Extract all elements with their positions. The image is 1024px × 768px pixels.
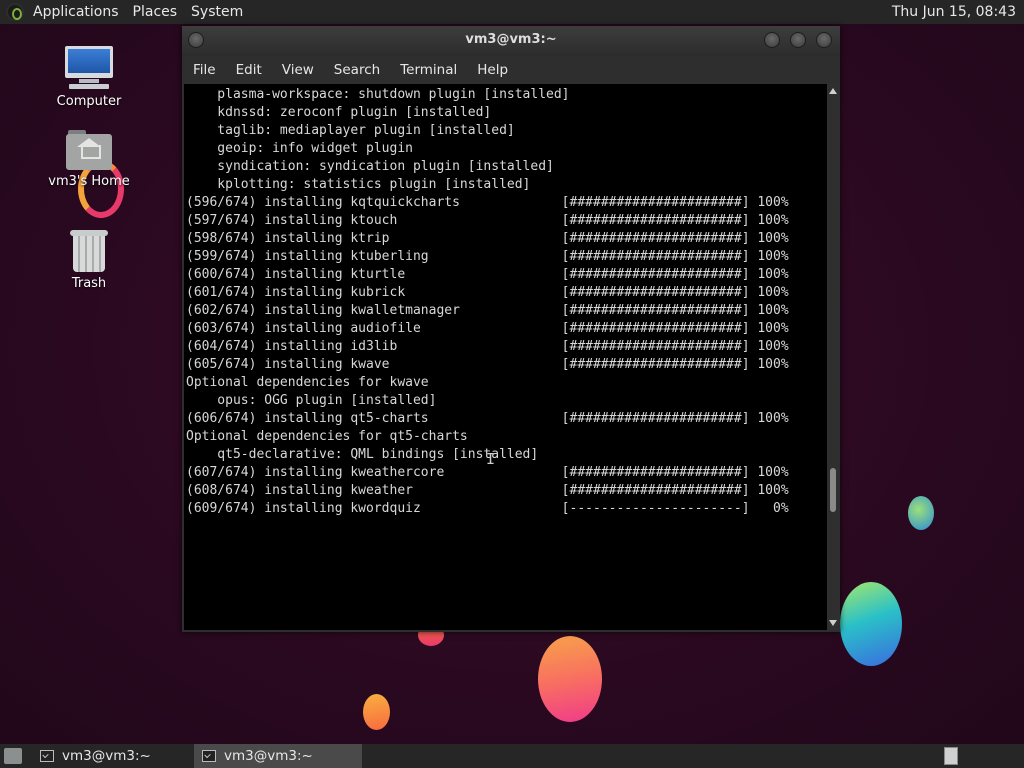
- terminal-line: (607/674) installing kweathercore [#####…: [186, 465, 789, 480]
- terminal-line: Optional dependencies for qt5-charts: [186, 429, 468, 444]
- terminal-line: (596/674) installing kqtquickcharts [###…: [186, 195, 789, 210]
- menu-help[interactable]: Help: [467, 56, 518, 84]
- terminal-icon: [40, 750, 54, 762]
- terminal-line: (606/674) installing qt5-charts [#######…: [186, 411, 789, 426]
- terminal-line: kdnssd: zeroconf plugin [installed]: [186, 105, 492, 120]
- window-menu-button[interactable]: [188, 32, 204, 48]
- terminal-line: (609/674) installing kwordquiz [--------…: [186, 501, 789, 516]
- terminal-line: plasma-workspace: shutdown plugin [insta…: [186, 87, 570, 102]
- terminal-menubar: File Edit View Search Terminal Help: [182, 56, 840, 84]
- menu-edit[interactable]: Edit: [226, 56, 272, 84]
- taskbar-item-terminal-active[interactable]: vm3@vm3:~: [194, 744, 362, 768]
- desktop-icon-label: Computer: [56, 94, 122, 109]
- desktop-icon-computer[interactable]: Computer: [44, 46, 134, 109]
- window-title: vm3@vm3:~: [465, 32, 557, 47]
- close-button[interactable]: [816, 32, 832, 48]
- minimize-button[interactable]: [764, 32, 780, 48]
- terminal-line: (597/674) installing ktouch [###########…: [186, 213, 789, 228]
- top-panel: Applications Places System Thu Jun 15, 0…: [0, 0, 1024, 24]
- menu-search[interactable]: Search: [324, 56, 390, 84]
- distro-logo-icon[interactable]: [6, 3, 24, 21]
- terminal-line: (608/674) installing kweather [#########…: [186, 483, 789, 498]
- mouse-text-cursor: I: [486, 450, 496, 468]
- wallpaper-blob: [538, 636, 602, 722]
- maximize-button[interactable]: [790, 32, 806, 48]
- scroll-down-arrow-icon[interactable]: [829, 620, 837, 626]
- terminal-line: opus: OGG plugin [installed]: [186, 393, 437, 408]
- terminal-line: (605/674) installing kwave [############…: [186, 357, 789, 372]
- home-folder-icon: [66, 130, 112, 170]
- taskbar-item-terminal[interactable]: vm3@vm3:~: [32, 744, 192, 768]
- terminal-window[interactable]: vm3@vm3:~ File Edit View Search Terminal…: [182, 26, 840, 632]
- terminal-line: qt5-declarative: QML bindings [installed…: [186, 447, 539, 462]
- terminal-line: (604/674) installing id3lib [###########…: [186, 339, 789, 354]
- scrollbar-thumb[interactable]: [830, 468, 836, 512]
- workspace-switcher[interactable]: [944, 747, 958, 765]
- menu-view[interactable]: View: [272, 56, 324, 84]
- desktop-icon-label: Trash: [71, 276, 107, 291]
- terminal-line: (598/674) installing ktrip [############…: [186, 231, 789, 246]
- terminal-line: Optional dependencies for kwave: [186, 375, 429, 390]
- scroll-up-arrow-icon[interactable]: [829, 88, 837, 94]
- window-titlebar[interactable]: vm3@vm3:~: [182, 26, 840, 56]
- taskbar-item-label: vm3@vm3:~: [62, 748, 151, 764]
- menu-applications[interactable]: Applications: [26, 0, 126, 24]
- desktop-icon-label: vm3's Home: [48, 174, 130, 189]
- terminal-line: (600/674) installing kturtle [##########…: [186, 267, 789, 282]
- show-desktop-icon[interactable]: [4, 748, 22, 764]
- bottom-panel: vm3@vm3:~ vm3@vm3:~: [0, 744, 1024, 768]
- terminal-line: taglib: mediaplayer plugin [installed]: [186, 123, 515, 138]
- terminal-line: (599/674) installing ktuberling [#######…: [186, 249, 789, 264]
- clock[interactable]: Thu Jun 15, 08:43: [892, 4, 1024, 20]
- desktop-icon-home[interactable]: vm3's Home: [44, 130, 134, 189]
- terminal-line: (602/674) installing kwalletmanager [###…: [186, 303, 789, 318]
- terminal-line: (601/674) installing kubrick [##########…: [186, 285, 789, 300]
- terminal-text: plasma-workspace: shutdown plugin [insta…: [184, 84, 827, 518]
- menu-terminal[interactable]: Terminal: [390, 56, 467, 84]
- terminal-line: (603/674) installing audiofile [########…: [186, 321, 789, 336]
- terminal-scrollbar[interactable]: [827, 84, 839, 630]
- wallpaper-blob: [840, 582, 902, 666]
- terminal-line: kplotting: statistics plugin [installed]: [186, 177, 531, 192]
- terminal-line: geoip: info widget plugin: [186, 141, 413, 156]
- computer-icon: [65, 46, 113, 90]
- menu-file[interactable]: File: [182, 56, 226, 84]
- terminal-line: syndication: syndication plugin [install…: [186, 159, 554, 174]
- taskbar-item-label: vm3@vm3:~: [224, 748, 313, 764]
- desktop-icon-trash[interactable]: Trash: [44, 228, 134, 291]
- wallpaper-blob: [908, 496, 934, 530]
- menu-places[interactable]: Places: [126, 0, 185, 24]
- terminal-output[interactable]: plasma-workspace: shutdown plugin [insta…: [184, 84, 827, 630]
- menu-system[interactable]: System: [184, 0, 250, 24]
- terminal-icon: [202, 750, 216, 762]
- trash-icon: [70, 228, 108, 272]
- wallpaper-blob: [363, 694, 390, 730]
